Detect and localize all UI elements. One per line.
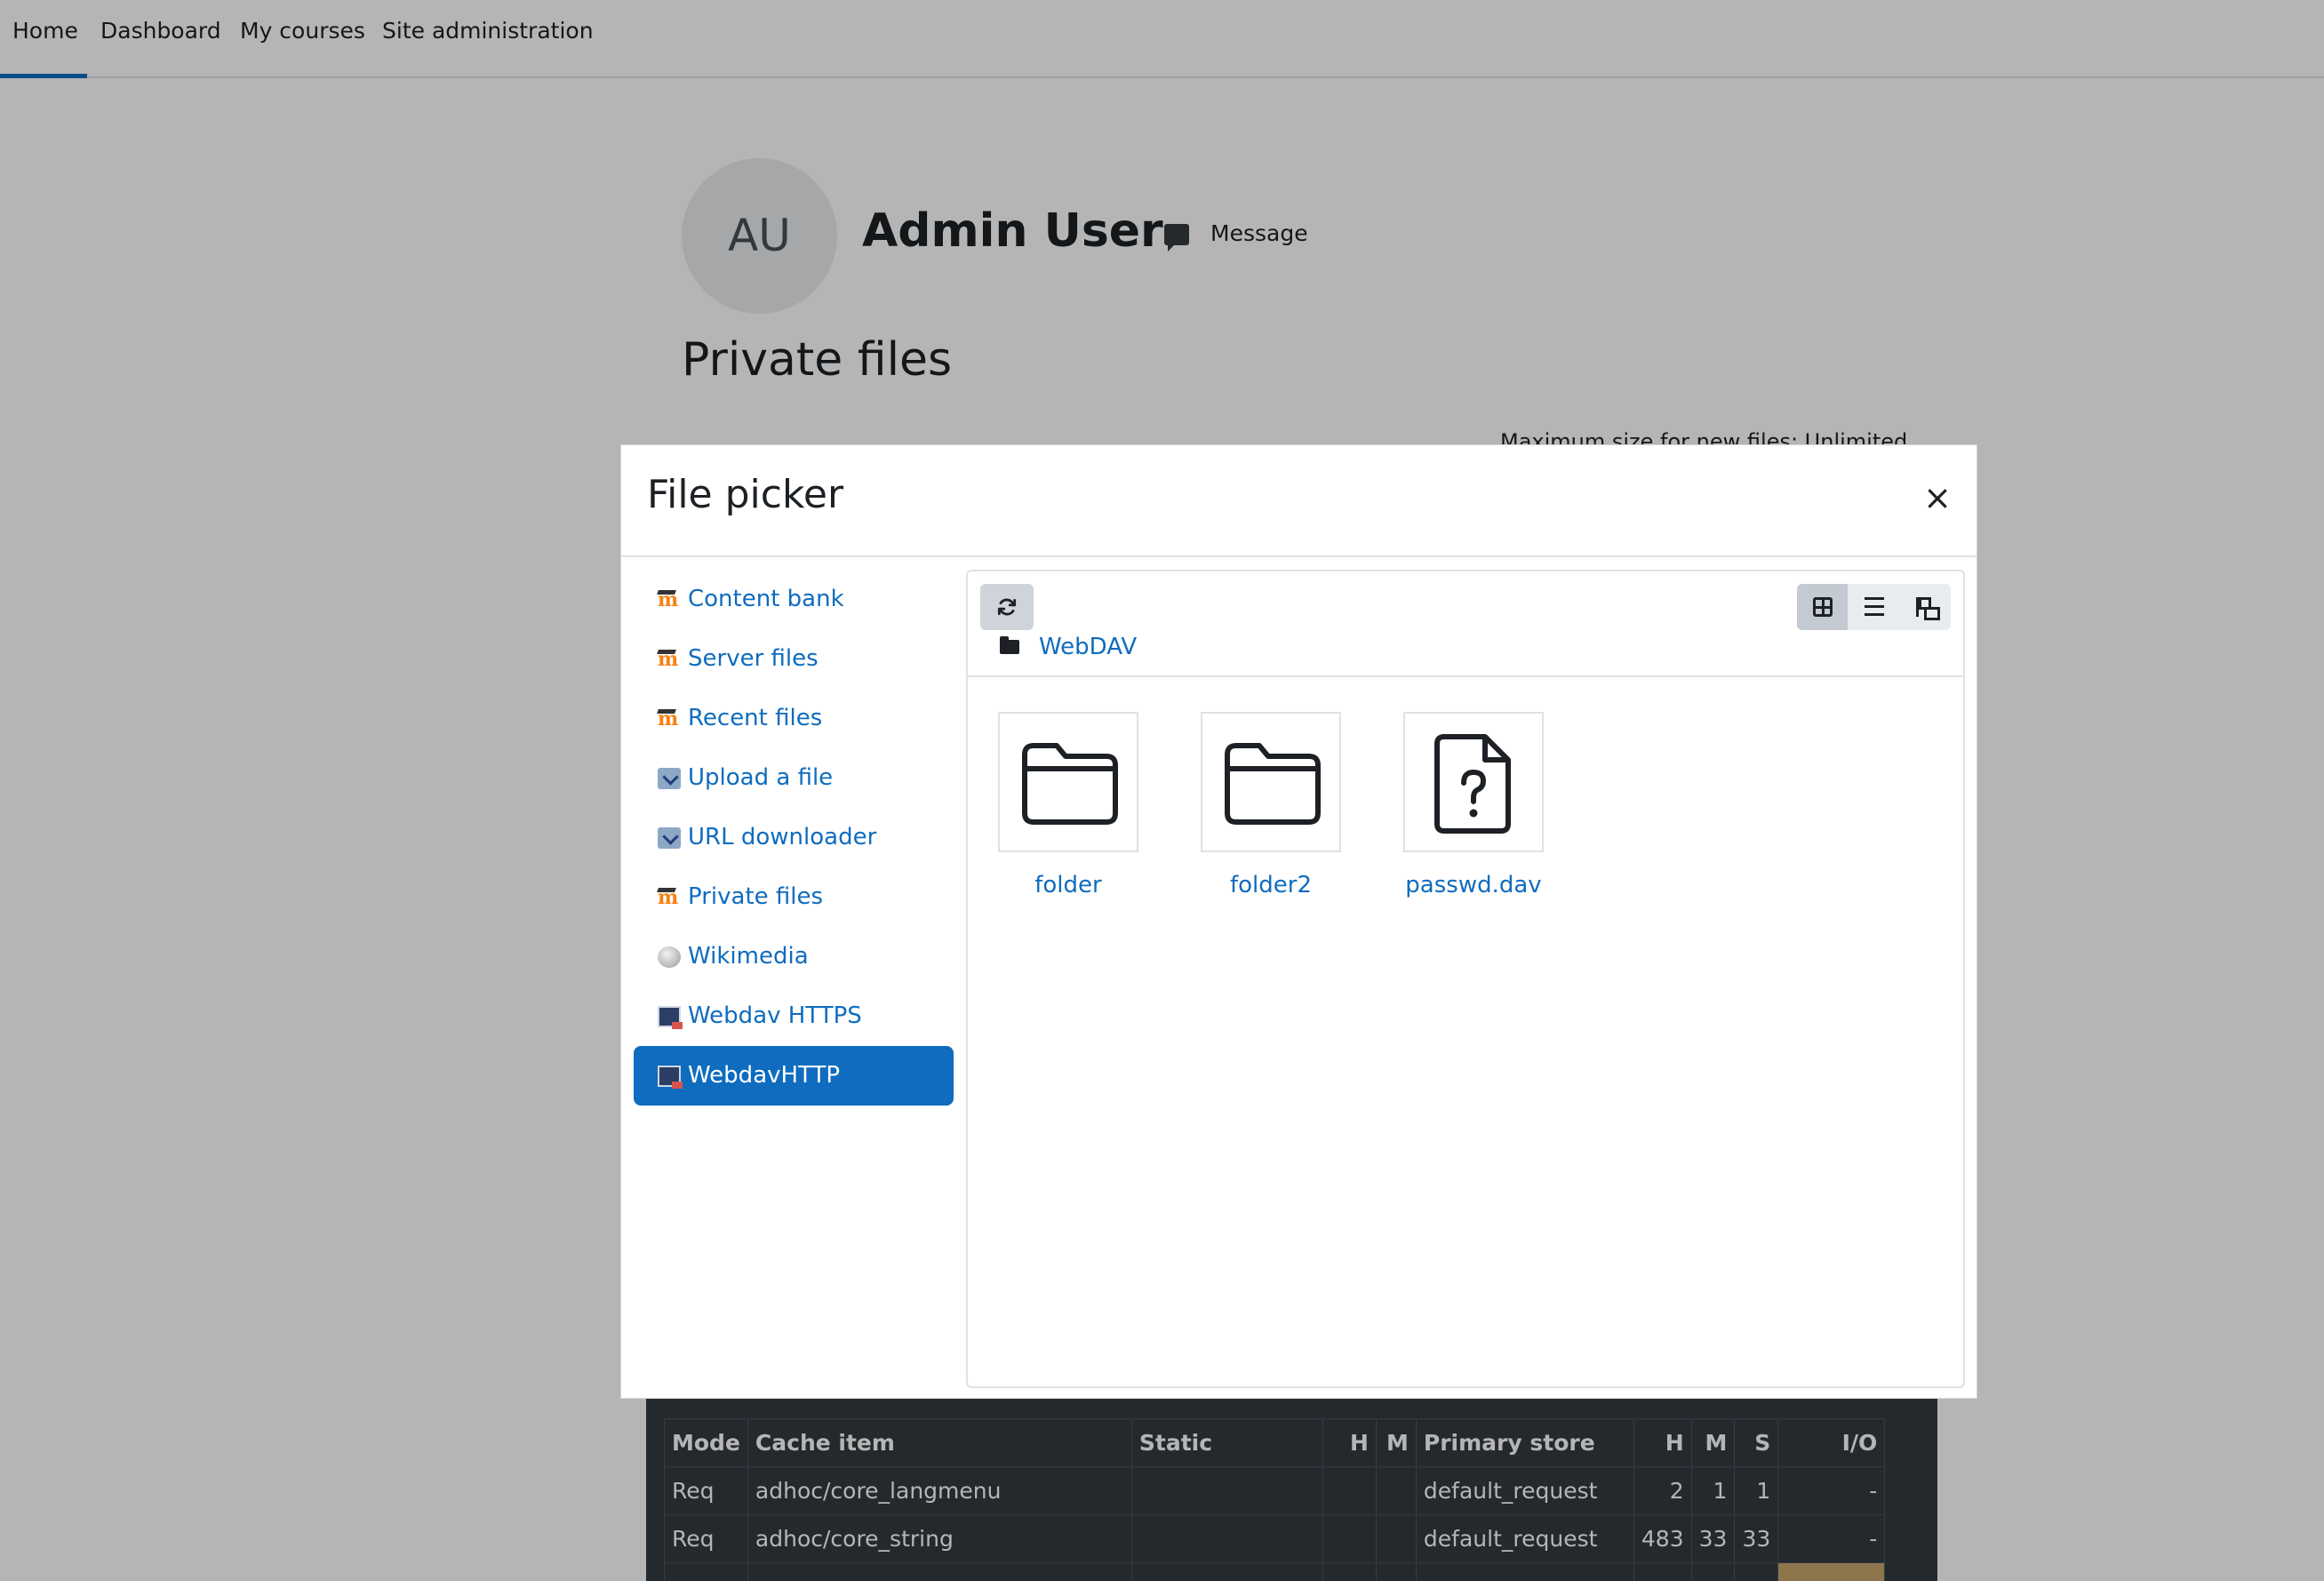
close-button[interactable]: × [1923,481,1952,515]
moodle-icon: m [658,589,681,611]
repo-webdav-https[interactable]: Webdav HTTPS [634,986,954,1046]
file-item-folder[interactable]: folder [998,712,1138,898]
repo-webdavhttp[interactable]: WebdavHTTP [634,1046,954,1106]
repo-label: URL downloader [688,824,877,850]
webdav-icon [658,1006,683,1029]
repo-label: Server files [688,645,819,672]
repo-label: Content bank [688,586,844,612]
file-thumbnail[interactable] [1201,712,1341,852]
repo-label: Webdav HTTPS [688,1002,862,1029]
divider [968,675,1963,677]
repo-label: Recent files [688,705,823,731]
repo-label: WebdavHTTP [688,1062,841,1089]
modal-title: File picker [647,472,844,517]
view-icons-button[interactable] [1797,584,1848,630]
view-mode-toggle [1797,584,1951,630]
folder-icon [1000,636,1019,654]
view-list-button[interactable] [1849,584,1899,630]
file-name[interactable]: passwd.dav [1377,872,1570,898]
folder-icon [1225,743,1321,825]
repo-url-downloader[interactable]: URL downloader [634,808,954,867]
refresh-icon [997,598,1017,616]
folder-icon [1022,743,1118,825]
repo-content-bank[interactable]: m Content bank [634,570,954,629]
upload-icon [658,768,681,789]
file-browser-panel: WebDAV folder folder2 passwd.dav [966,570,1965,1388]
file-thumbnail[interactable] [998,712,1138,852]
upload-icon [658,827,681,849]
repo-recent-files[interactable]: m Recent files [634,689,954,748]
moodle-icon: m [658,887,681,908]
repo-wikimedia[interactable]: Wikimedia [634,927,954,986]
moodle-icon: m [658,649,681,670]
webdav-icon [658,1066,683,1089]
view-tree-button[interactable] [1900,584,1951,630]
file-name[interactable]: folder2 [1174,872,1368,898]
tree-icon [1916,597,1940,620]
refresh-button[interactable] [980,584,1034,630]
file-item-passwd-dav[interactable]: passwd.dav [1403,712,1544,898]
breadcrumb-webdav[interactable]: WebDAV [1039,630,1137,664]
repo-server-files[interactable]: m Server files [634,629,954,689]
unknown-file-icon [1434,734,1511,834]
repository-list: m Content bank m Server files m Recent f… [634,570,954,1106]
modal-header: File picker × [621,445,1977,557]
file-picker-dialog: File picker × m Content bank m Server fi… [620,444,1977,1399]
moodle-icon: m [658,708,681,730]
repo-private-files[interactable]: m Private files [634,867,954,927]
grid-icon [1813,597,1833,617]
repo-label: Wikimedia [688,943,809,970]
repo-label: Upload a file [688,764,834,791]
file-name[interactable]: folder [971,872,1165,898]
repo-label: Private files [688,883,824,910]
file-thumbnail[interactable] [1403,712,1544,852]
wikimedia-icon [658,946,681,968]
file-item-folder2[interactable]: folder2 [1201,712,1341,898]
list-icon [1865,597,1884,617]
repo-upload-a-file[interactable]: Upload a file [634,748,954,808]
